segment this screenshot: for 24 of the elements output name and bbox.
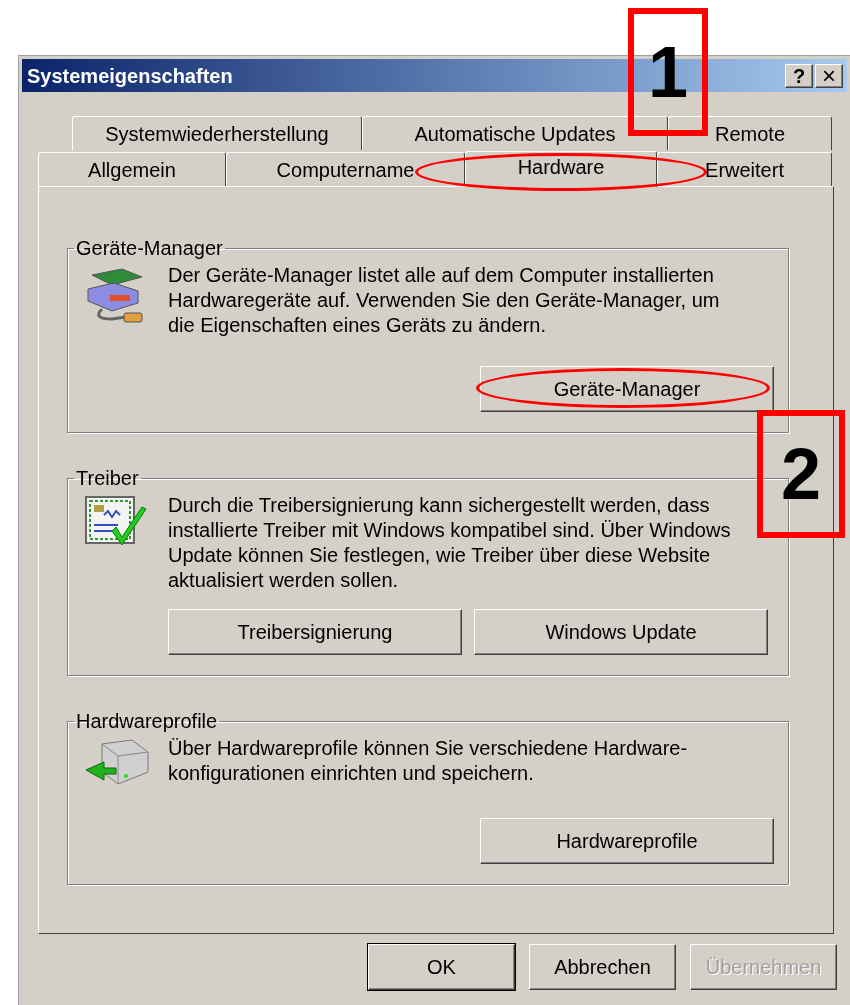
- action-button[interactable]: Treibersignierung: [168, 609, 462, 655]
- annotation-box: 1: [628, 8, 708, 136]
- group-title: Geräte-Manager: [75, 236, 224, 261]
- action-button[interactable]: Hardwareprofile: [480, 818, 774, 864]
- help-button[interactable]: ?: [785, 63, 813, 88]
- window-title: Systemeigenschaften: [27, 63, 233, 89]
- description-text: Durch die Treibersignierung kann sichergestellt werden, dass installierte Treiber mit Windows kompatibel sind. Über Windows Update können Sie festlegen, wie Treiber über diese Website aktualisiert werden sollen.: [168, 493, 732, 593]
- annotation-box: 2: [757, 410, 845, 538]
- tab[interactable]: Automatische Updates: [362, 116, 668, 150]
- action-button[interactable]: Geräte-Manager: [480, 366, 774, 412]
- tab[interactable]: Remote: [668, 116, 832, 150]
- action-button[interactable]: Windows Update: [474, 609, 768, 655]
- dialog-button[interactable]: OK: [368, 944, 515, 990]
- description-text: Über Hardwareprofile können Sie verschiedene Hardware-konfigurationen einrichten und speichern.: [168, 736, 689, 786]
- description-text: Der Geräte-Manager listet alle auf dem Computer installierten Hardwaregeräte auf. Verwenden Sie den Geräte-Manager, um die Eigenschaften eines Geräts zu ändern.: [168, 263, 721, 338]
- tab[interactable]: Systemwiederherstellung: [72, 116, 362, 150]
- close-button[interactable]: ×: [815, 63, 843, 88]
- group-title: Treiber: [75, 466, 140, 491]
- tab[interactable]: Computername: [226, 152, 465, 186]
- tab[interactable]: Erweitert: [657, 152, 832, 186]
- tab[interactable]: Allgemein: [38, 152, 226, 186]
- group-title: Hardwareprofile: [75, 709, 219, 734]
- dialog-button[interactable]: Abbrechen: [529, 944, 676, 990]
- tab[interactable]: Hardware: [465, 151, 657, 187]
